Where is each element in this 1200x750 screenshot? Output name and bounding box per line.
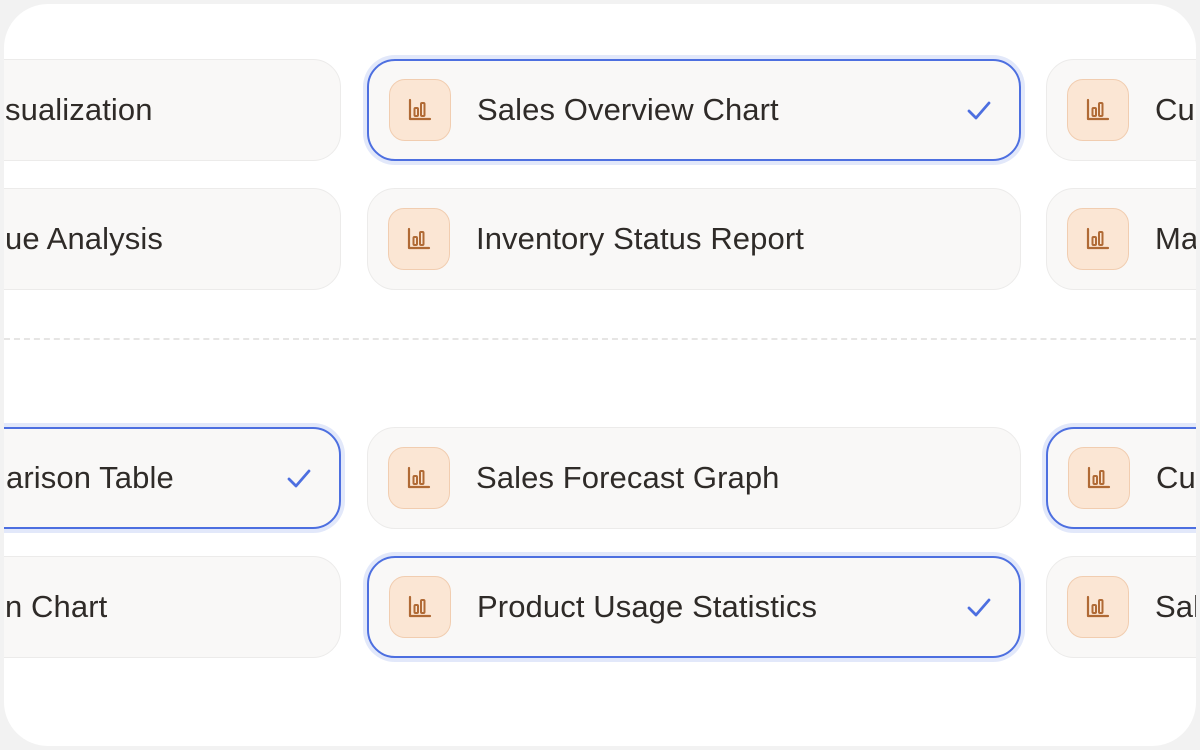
report-card-n-chart[interactable]: n Chart [4,556,341,658]
checkmark-icon [965,593,993,621]
report-card-cu-top[interactable]: Cu [1046,59,1196,161]
report-card-label: Sales Overview Chart [477,92,779,127]
report-card-label: Sales Forecast Graph [476,460,780,495]
report-card-label: Inventory Status Report [476,221,804,256]
section-divider [4,338,1196,340]
report-card-sal[interactable]: Sal [1046,556,1196,658]
report-card-comparison-table[interactable]: arison Table [4,427,341,529]
bar-chart-icon [388,208,450,270]
report-card-label: ue Analysis [5,221,163,256]
report-card-label: n Chart [5,589,108,624]
bar-chart-icon [1067,576,1129,638]
report-card-label: Ma [1155,221,1196,256]
report-picker-panel: sualization Sales Overview Chart Cu ue A… [4,4,1196,746]
bar-chart-icon [388,447,450,509]
report-card-ma[interactable]: Ma [1046,188,1196,290]
bar-chart-icon [1067,208,1129,270]
report-card-inventory-status-report[interactable]: Inventory Status Report [367,188,1021,290]
report-card-product-usage-statistics[interactable]: Product Usage Statistics [367,556,1021,658]
checkmark-icon [965,96,993,124]
report-card-revenue-analysis[interactable]: ue Analysis [4,188,341,290]
report-card-label: Sal [1155,589,1196,624]
bar-chart-icon [389,576,451,638]
report-card-label: Cu [1155,92,1195,127]
bar-chart-icon [389,79,451,141]
report-card-visualization[interactable]: sualization [4,59,341,161]
report-card-label: arison Table [6,460,174,495]
checkmark-icon [285,464,313,492]
bar-chart-icon [1067,79,1129,141]
report-card-label: Cu [1156,460,1196,495]
bar-chart-icon [1068,447,1130,509]
report-card-label: Product Usage Statistics [477,589,818,624]
report-card-sales-forecast-graph[interactable]: Sales Forecast Graph [367,427,1021,529]
report-card-cu-bottom[interactable]: Cu [1046,427,1196,529]
report-card-label: sualization [5,92,153,127]
report-card-sales-overview-chart[interactable]: Sales Overview Chart [367,59,1021,161]
